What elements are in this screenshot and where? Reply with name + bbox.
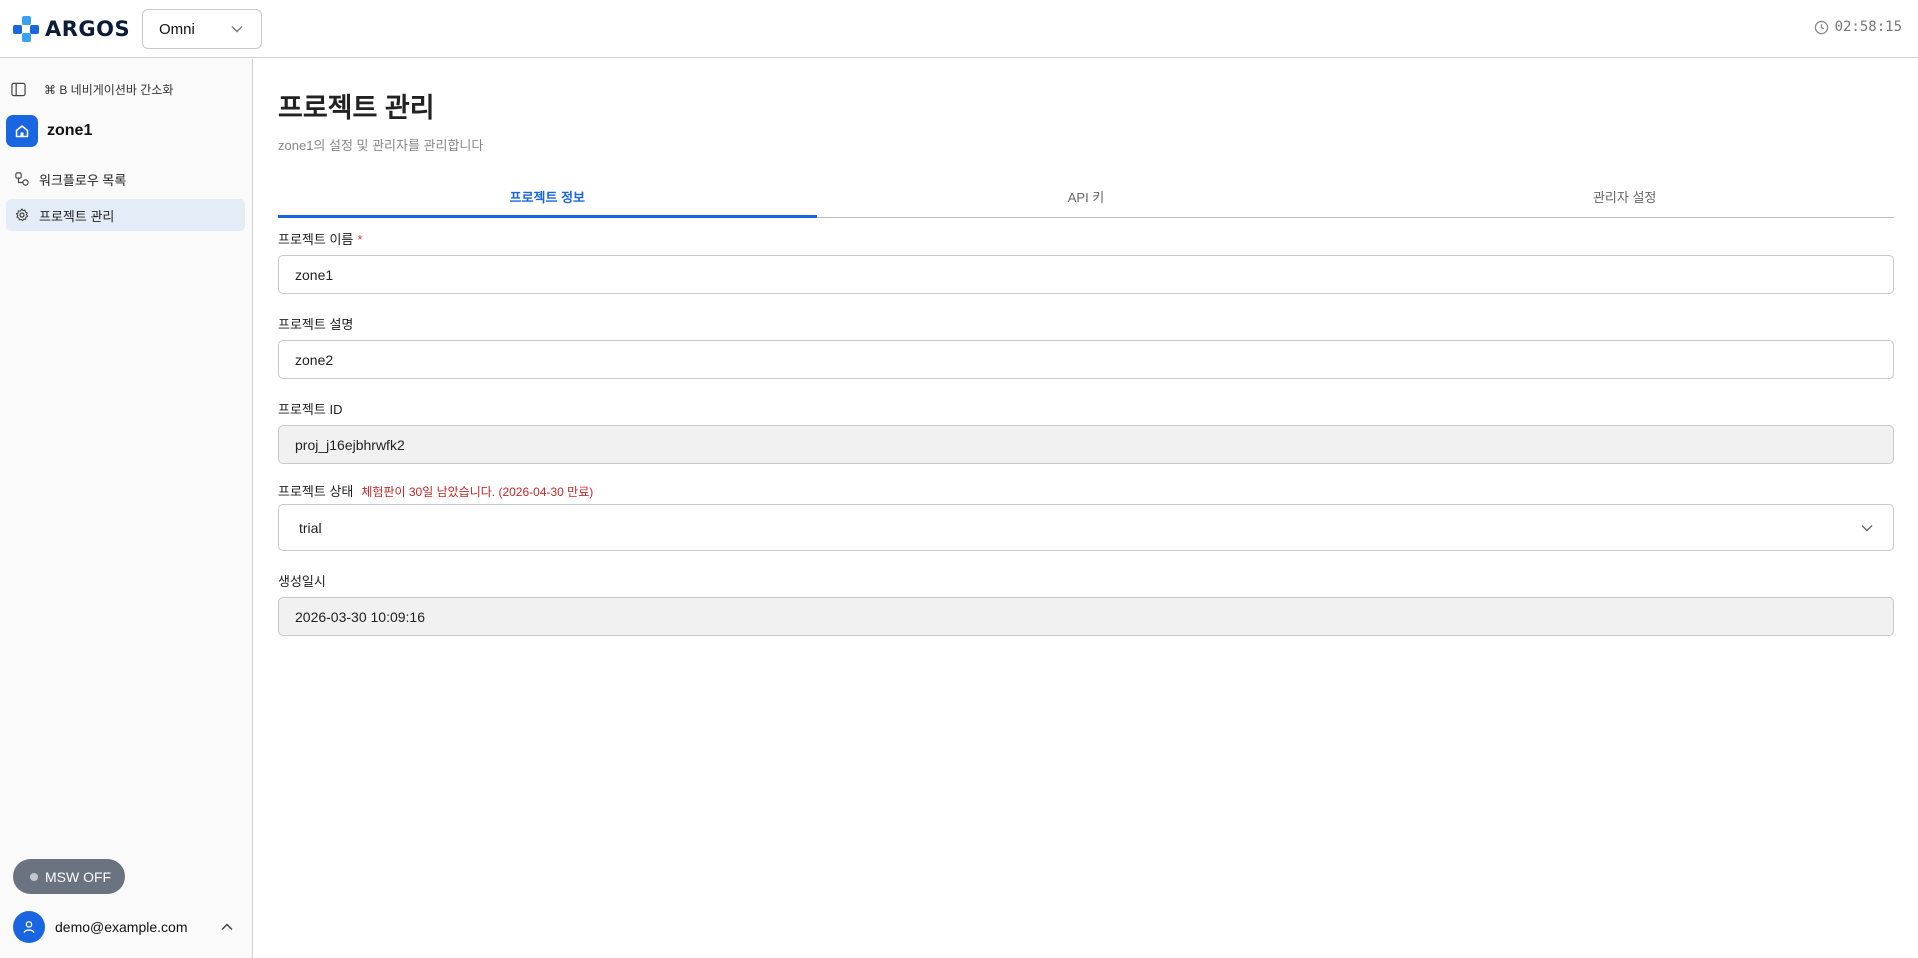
home-icon <box>6 115 38 147</box>
sidebar-collapse-row: ⌘ B 네비게이션바 간소화 <box>11 81 173 98</box>
project-name: zone1 <box>47 122 93 139</box>
session-clock: 02:58:15 <box>1814 19 1902 35</box>
msw-toggle-button[interactable]: MSW OFF <box>13 859 125 894</box>
project-id-input <box>278 425 1894 464</box>
user-email: demo@example.com <box>55 919 188 935</box>
project-description-input[interactable] <box>278 340 1894 379</box>
tab-bar: 프로젝트 정보 API 키 관리자 설정 <box>278 175 1894 218</box>
status-selected-value: trial <box>299 519 322 536</box>
project-name-input[interactable] <box>278 255 1894 294</box>
field-label-text: 프로젝트 이름 <box>278 232 354 247</box>
clock-icon <box>1814 20 1828 34</box>
shortcut-hint: ⌘ B 네비게이션바 간소화 <box>44 83 174 97</box>
chevron-down-icon <box>1861 524 1873 531</box>
sidebar-item-project-settings[interactable]: 프로젝트 관리 <box>6 199 245 231</box>
page-subtitle: zone1의 설정 및 관리자를 관리합니다 <box>278 138 484 153</box>
msw-label: MSW OFF <box>45 868 112 885</box>
project-status-label: 프로젝트 상태 체험판이 30일 남았습니다. (2026-04-30 만료) <box>278 481 593 500</box>
clock-time: 02:58:15 <box>1834 19 1902 35</box>
chevron-up-icon <box>221 923 233 931</box>
created-at-label: 생성일시 <box>278 571 326 590</box>
project-description-label: 프로젝트 설명 <box>278 314 353 333</box>
argos-logo-icon <box>13 16 39 42</box>
page-title: 프로젝트 관리 <box>278 93 435 123</box>
workflow-icon <box>15 172 29 186</box>
status-dot-icon <box>30 872 38 881</box>
chevron-down-icon <box>231 26 243 33</box>
field-label-text: 프로젝트 ID <box>278 402 343 417</box>
required-mark: * <box>357 232 363 247</box>
workspace-select[interactable]: Omni <box>142 9 262 49</box>
tab-admin-settings[interactable]: 관리자 설정 <box>1355 175 1894 217</box>
created-at-input <box>278 597 1894 636</box>
sidebar-item-workflows[interactable]: 워크플로우 목록 <box>6 163 245 195</box>
user-avatar-icon <box>13 911 45 943</box>
project-header[interactable]: zone1 <box>6 115 92 147</box>
tab-project-info[interactable]: 프로젝트 정보 <box>278 175 817 218</box>
sidebar-toggle-icon[interactable] <box>11 82 26 97</box>
project-status-select[interactable]: trial <box>278 504 1894 551</box>
sidebar: ⌘ B 네비게이션바 간소화 zone1 워크플로우 목록 프로젝트 관리 MS… <box>0 59 253 958</box>
field-label-text: 프로젝트 상태 <box>278 484 354 499</box>
user-menu[interactable]: demo@example.com <box>13 910 238 944</box>
trial-expiry-warning: 체험판이 30일 남았습니다. (2026-04-30 만료) <box>361 485 594 499</box>
top-header: ARGOS Omni 02:58:15 <box>0 0 1918 58</box>
project-name-label: 프로젝트 이름 * <box>278 229 362 248</box>
sidebar-item-label: 프로젝트 관리 <box>39 208 115 224</box>
field-label-text: 프로젝트 설명 <box>278 317 354 332</box>
gear-icon <box>15 208 29 222</box>
argos-logo[interactable]: ARGOS <box>13 16 130 42</box>
sidebar-item-label: 워크플로우 목록 <box>39 172 127 188</box>
workspace-selected-value: Omni <box>159 20 195 38</box>
logo-text: ARGOS <box>45 17 131 41</box>
field-label-text: 생성일시 <box>278 574 326 589</box>
tab-api-keys[interactable]: API 키 <box>817 175 1356 217</box>
project-id-label: 프로젝트 ID <box>278 399 342 418</box>
